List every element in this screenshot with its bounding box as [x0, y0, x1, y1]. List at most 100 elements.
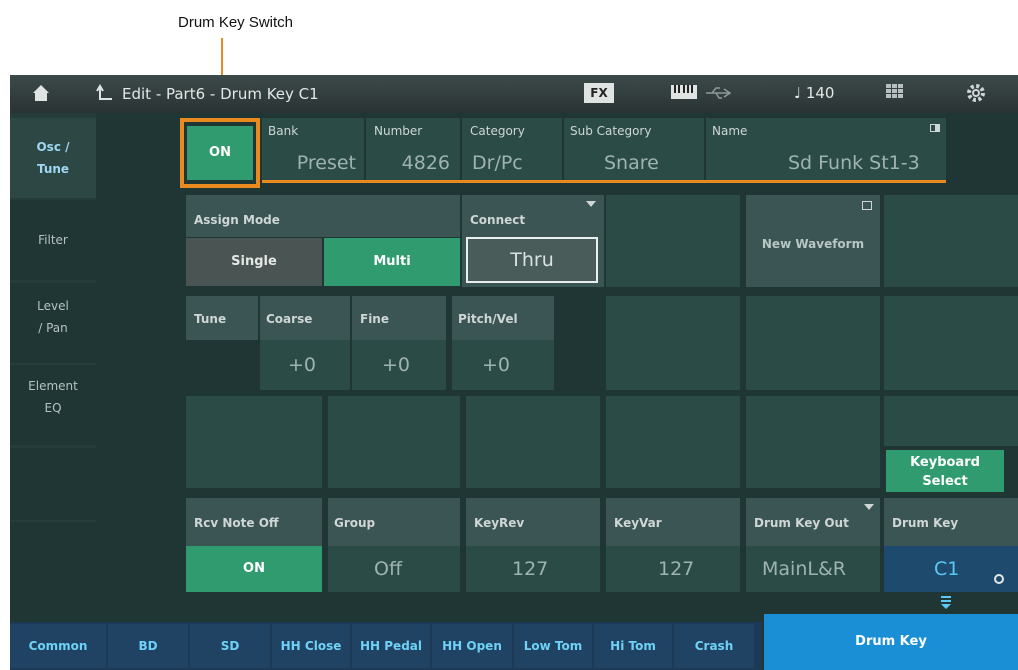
- empty-cell: [606, 296, 740, 390]
- fx-indicator: FX: [584, 83, 614, 103]
- sidebar-item-osc-tune[interactable]: Osc / Tune: [10, 118, 96, 198]
- assign-single-button[interactable]: Single: [186, 238, 322, 286]
- sidebar-item-filter[interactable]: Filter: [10, 200, 96, 280]
- pitch-vel-value: +0: [482, 354, 511, 376]
- keyvar-field[interactable]: KeyVar 127: [606, 498, 740, 592]
- rcv-note-off-field[interactable]: Rcv Note Off ON: [186, 498, 322, 592]
- tab-low-tom[interactable]: Low Tom: [514, 624, 592, 668]
- new-waveform-button[interactable]: New Waveform: [746, 195, 880, 287]
- assign-multi-button[interactable]: Multi: [324, 238, 460, 286]
- tab-sd[interactable]: SD: [190, 624, 270, 668]
- drum-key-out-value: MainL&R: [762, 558, 846, 580]
- tune-header: Tune: [186, 296, 258, 340]
- connect-field[interactable]: Connect Thru: [462, 195, 604, 287]
- grid-icon[interactable]: [886, 84, 908, 102]
- empty-cell: [746, 296, 880, 390]
- tab-crash[interactable]: Crash: [674, 624, 754, 668]
- drum-key-value: C1: [934, 558, 960, 580]
- pitch-vel-label: Pitch/Vel: [458, 312, 518, 326]
- window-icon: [862, 201, 872, 210]
- number-field[interactable]: Number 4826: [366, 118, 460, 180]
- assign-mode-label: Assign Mode: [194, 213, 280, 227]
- connect-label: Connect: [470, 213, 526, 227]
- sidebar-item-element-eq[interactable]: Element EQ: [10, 365, 96, 445]
- tune-label: Tune: [194, 312, 227, 326]
- sub-category-label: Sub Category: [570, 124, 652, 138]
- sidebar-item-level-pan[interactable]: Level / Pan: [10, 283, 96, 363]
- bank-label: Bank: [268, 124, 299, 138]
- home-icon[interactable]: [32, 84, 50, 102]
- tempo-display[interactable]: ♩ 140: [794, 84, 834, 102]
- keyboard-select-button[interactable]: Keyboard Select: [886, 450, 1004, 492]
- empty-cell: [884, 195, 1018, 287]
- sidebar-empty-2: [10, 522, 96, 594]
- fine-value: +0: [382, 354, 411, 376]
- keyrev-field[interactable]: KeyRev 127: [466, 498, 600, 592]
- keyvar-value: 127: [658, 558, 695, 580]
- sidebar-item-label: Element EQ: [28, 379, 78, 415]
- name-value: Sd Funk St1-3: [788, 152, 920, 174]
- sidebar-empty-1: [10, 448, 96, 520]
- connect-value: Thru: [466, 237, 598, 283]
- empty-cell: [186, 396, 322, 488]
- category-label: Category: [470, 124, 525, 138]
- new-waveform-label: New Waveform: [761, 237, 865, 251]
- tab-common[interactable]: Common: [10, 624, 106, 668]
- sub-category-value: Snare: [604, 152, 659, 174]
- assign-mode-header: Assign Mode: [186, 195, 460, 237]
- name-edit-icon: [930, 124, 940, 132]
- empty-cell: [606, 195, 740, 287]
- tab-hh-close[interactable]: HH Close: [272, 624, 350, 668]
- sidebar-item-label: Level / Pan: [37, 299, 69, 335]
- rcv-note-off-label: Rcv Note Off: [194, 516, 279, 530]
- tab-hh-open[interactable]: HH Open: [432, 624, 512, 668]
- tab-hh-pedal[interactable]: HH Pedal: [352, 624, 430, 668]
- empty-cell: [606, 396, 740, 488]
- header-underline: [262, 180, 946, 183]
- coarse-field[interactable]: Coarse +0: [260, 296, 350, 390]
- group-label: Group: [334, 516, 376, 530]
- keyrev-label: KeyRev: [474, 516, 525, 530]
- pitch-vel-field[interactable]: Pitch/Vel +0: [452, 296, 554, 390]
- knob-indicator-icon: [994, 574, 1004, 584]
- menu-down-icon[interactable]: [941, 594, 951, 609]
- rcv-note-off-toggle[interactable]: ON: [186, 546, 322, 592]
- sidebar-item-label: Filter: [38, 233, 68, 247]
- return-icon[interactable]: [96, 84, 114, 102]
- fine-field[interactable]: Fine +0: [352, 296, 446, 390]
- callout-label: Drum Key Switch: [178, 14, 294, 31]
- gear-icon[interactable]: [966, 83, 986, 103]
- drum-key-out-field[interactable]: Drum Key Out MainL&R: [746, 498, 880, 592]
- fine-label: Fine: [360, 312, 389, 326]
- keyboard-icon: [670, 83, 698, 101]
- category-value: Dr/Pc: [472, 152, 523, 174]
- keyrev-value: 127: [512, 558, 549, 580]
- bank-field[interactable]: Bank Preset: [262, 118, 364, 180]
- sidebar-item-label: Osc / Tune: [36, 140, 70, 176]
- drum-key-out-label: Drum Key Out: [754, 516, 849, 530]
- drum-key-switch[interactable]: ON: [187, 126, 253, 180]
- coarse-value: +0: [288, 354, 317, 376]
- sub-category-field[interactable]: Sub Category Snare: [564, 118, 704, 180]
- coarse-label: Coarse: [266, 312, 313, 326]
- number-label: Number: [374, 124, 423, 138]
- number-value: 4826: [401, 152, 450, 174]
- dropdown-icon: [586, 201, 596, 207]
- drum-key-label: Drum Key: [892, 516, 959, 530]
- tab-drum-key-active[interactable]: Drum Key: [764, 614, 1018, 670]
- dropdown-icon: [864, 504, 874, 510]
- usb-icon: [704, 85, 734, 101]
- empty-cell: [884, 296, 1018, 390]
- tab-hi-tom[interactable]: Hi Tom: [594, 624, 672, 668]
- drum-key-field[interactable]: Drum Key C1: [884, 498, 1018, 592]
- name-field[interactable]: Name Sd Funk St1-3: [706, 118, 946, 180]
- bank-value: Preset: [296, 152, 356, 174]
- window-title: Edit - Part6 - Drum Key C1: [122, 85, 319, 103]
- keyvar-label: KeyVar: [614, 516, 662, 530]
- group-value: Off: [374, 558, 403, 580]
- tab-bd[interactable]: BD: [108, 624, 188, 668]
- group-field[interactable]: Group Off: [328, 498, 460, 592]
- category-field[interactable]: Category Dr/Pc: [462, 118, 562, 180]
- empty-cell: [884, 396, 1018, 446]
- empty-cell: [746, 396, 880, 488]
